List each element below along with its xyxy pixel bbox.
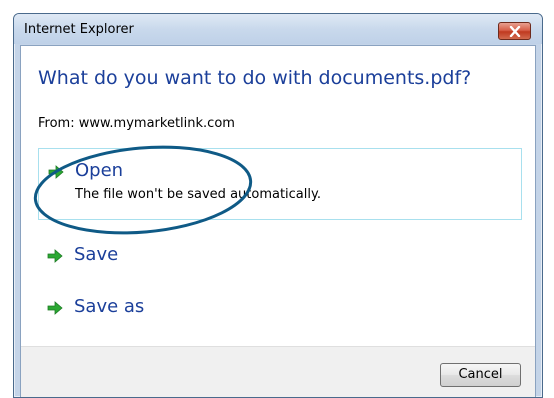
green-arrow-icon bbox=[47, 301, 63, 315]
cancel-button[interactable]: Cancel bbox=[440, 363, 521, 387]
open-option[interactable]: Open The file won't be saved automatical… bbox=[38, 148, 522, 220]
save-as-option-label: Save as bbox=[74, 296, 145, 317]
dialog-footer: Cancel bbox=[21, 346, 535, 397]
dialog-content: What do you want to do with documents.pd… bbox=[20, 45, 536, 397]
window-title: Internet Explorer bbox=[24, 22, 134, 37]
green-arrow-icon bbox=[48, 165, 64, 179]
open-option-description: The file won't be saved automatically. bbox=[75, 187, 321, 202]
title-bar[interactable]: Internet Explorer bbox=[14, 14, 542, 44]
download-dialog: Internet Explorer What do you want to do… bbox=[13, 13, 543, 398]
screenshot-canvas: Internet Explorer What do you want to do… bbox=[0, 0, 554, 398]
save-as-option[interactable]: Save as bbox=[38, 286, 522, 328]
save-option-label: Save bbox=[74, 244, 119, 265]
close-icon bbox=[509, 26, 521, 37]
green-arrow-icon bbox=[47, 249, 63, 263]
close-button[interactable] bbox=[498, 22, 531, 40]
download-question: What do you want to do with documents.pd… bbox=[38, 67, 472, 89]
open-option-label: Open bbox=[75, 160, 124, 181]
save-option[interactable]: Save bbox=[38, 234, 522, 276]
download-source: From: www.mymarketlink.com bbox=[38, 116, 235, 131]
